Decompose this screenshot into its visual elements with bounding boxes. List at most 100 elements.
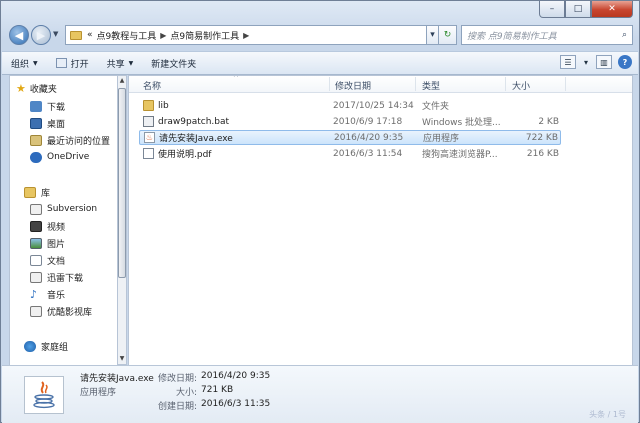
breadcrumb: « 点9教程与工具 ▶ 点9简易制作工具 ▶ (87, 29, 249, 42)
nav-label: 迅雷下载 (47, 273, 84, 284)
refresh-button[interactable]: ↻ (439, 25, 457, 45)
column-header-size[interactable]: 大小 (512, 79, 530, 92)
navigation-scrollbar[interactable]: ▲ ▼ (117, 75, 127, 365)
maximize-button[interactable]: □ (565, 1, 591, 18)
nav-item-pictures[interactable]: 图片 (30, 235, 65, 251)
preview-pane-icon: ▥ (600, 57, 608, 67)
file-size: 216 KB (526, 148, 559, 159)
file-name: draw9patch.bat (158, 116, 230, 127)
nav-homegroup[interactable]: 家庭组 (24, 338, 68, 354)
music-note-icon: ♪ (30, 287, 38, 301)
file-type: 文件夹 (422, 102, 450, 112)
search-input[interactable]: 搜索 点9简易制作工具 ⌕ (461, 25, 633, 45)
forward-button[interactable]: ▶ (31, 25, 51, 45)
nav-item-onedrive[interactable]: OneDrive (30, 149, 89, 165)
nav-label: Subversion (47, 204, 98, 214)
share-button[interactable]: 共享 ▼ (98, 57, 143, 70)
file-row-lib[interactable]: lib 2017/10/25 14:34 文件夹 (139, 98, 561, 113)
nav-item-xunlei[interactable]: 迅雷下载 (30, 269, 83, 285)
nav-label: 下载 (47, 102, 66, 113)
nav-item-desktop[interactable]: 桌面 (30, 115, 65, 131)
file-name: 请先安装Java.exe (159, 134, 233, 144)
back-button[interactable]: ◀ (9, 25, 29, 45)
nav-item-music[interactable]: ♪ 音乐 (30, 286, 65, 302)
share-label: 共享 (106, 59, 125, 70)
file-date: 2010/6/9 17:18 (333, 116, 403, 127)
address-dropdown-button[interactable]: ▾ (427, 25, 439, 45)
recent-places-icon (30, 134, 42, 146)
minimize-button[interactable]: – (539, 1, 565, 18)
nav-libraries[interactable]: 库 (24, 184, 50, 200)
scroll-down-icon[interactable]: ▼ (118, 354, 126, 364)
organize-button[interactable]: 组织 ▼ (2, 57, 47, 70)
watermark: 头条 / 1号 (589, 410, 626, 419)
file-size: 722 KB (525, 132, 558, 143)
search-placeholder: 搜索 点9简易制作工具 (467, 31, 557, 42)
column-header-name[interactable]: 名称 (143, 79, 161, 92)
help-icon: ? (622, 57, 628, 67)
file-row-java-installer[interactable]: ♨ 请先安装Java.exe 2016/4/20 9:35 应用程序 722 K… (139, 130, 561, 145)
column-header-type[interactable]: 类型 (422, 79, 440, 92)
file-row-draw9patch[interactable]: draw9patch.bat 2010/6/9 17:18 Windows 批处… (139, 114, 561, 129)
chevron-down-icon: ▼ (53, 30, 59, 38)
refresh-icon: ↻ (443, 30, 452, 40)
details-file-type: 应用程序 (80, 388, 117, 398)
batch-file-icon (143, 116, 154, 127)
chevron-right-icon[interactable]: ▶ (243, 31, 249, 40)
file-date: 2017/10/25 14:34 (333, 100, 414, 111)
nav-label: 收藏夹 (29, 84, 57, 95)
application-icon (55, 58, 67, 68)
help-button[interactable]: ? (618, 55, 632, 69)
subversion-icon (30, 203, 42, 215)
close-button[interactable]: ✕ (591, 1, 633, 18)
nav-item-youku[interactable]: 优酷影视库 (30, 303, 92, 319)
recent-pages-dropdown[interactable]: ▼ (53, 30, 58, 38)
file-name: lib (158, 100, 169, 111)
breadcrumb-item[interactable]: 点9简易制作工具 (170, 29, 239, 42)
nav-favorites[interactable]: ★ 收藏夹 (16, 80, 57, 96)
star-icon: ★ (16, 81, 26, 95)
file-row-readme-pdf[interactable]: 使用说明.pdf 2016/6/3 11:54 搜狗高速浏览器P... 216 … (139, 146, 561, 161)
details-created-label: 创建日期: (157, 402, 197, 412)
preview-pane-button[interactable]: ▥ (596, 55, 612, 69)
chevron-right-icon[interactable]: ▶ (160, 31, 166, 40)
breadcrumb-overflow[interactable]: « (87, 30, 93, 40)
column-divider[interactable] (329, 77, 330, 91)
nav-item-subversion[interactable]: Subversion (30, 201, 97, 217)
onedrive-icon (30, 151, 42, 163)
view-controls: ☰ ▾ ▥ ? (560, 55, 632, 69)
new-folder-button[interactable]: 新建文件夹 (142, 57, 205, 70)
column-divider[interactable] (505, 77, 506, 91)
arrow-right-icon: ▶ (36, 28, 46, 42)
file-date: 2016/6/3 11:54 (333, 148, 403, 159)
nav-label: 优酷影视库 (47, 307, 93, 318)
explorer-window: – □ ✕ ◀ ▶ ▼ « 点9教程与工具 ▶ 点9简易制作工具 ▶ ▾ ↻ 搜… (0, 0, 640, 423)
file-type: 应用程序 (423, 134, 460, 144)
scrollbar-thumb[interactable] (118, 88, 126, 278)
nav-label: 音乐 (47, 290, 66, 301)
column-header-date[interactable]: 修改日期 (335, 79, 371, 92)
nav-item-recent[interactable]: 最近访问的位置 (30, 132, 110, 148)
nav-item-documents[interactable]: 文档 (30, 252, 65, 268)
open-label: 打开 (70, 59, 89, 70)
chevron-down-icon: ▼ (33, 59, 38, 67)
address-bar[interactable]: « 点9教程与工具 ▶ 点9简易制作工具 ▶ (65, 25, 427, 45)
column-divider[interactable] (415, 77, 416, 91)
open-button[interactable]: 打开 (47, 57, 98, 70)
nav-item-downloads[interactable]: 下载 (30, 98, 65, 114)
java-icon: ♨ (144, 132, 155, 143)
view-options-button[interactable]: ☰ (560, 55, 576, 69)
nav-label: 库 (41, 188, 51, 199)
breadcrumb-item[interactable]: 点9教程与工具 (97, 29, 157, 42)
nav-label: 视频 (47, 222, 66, 233)
nav-item-videos[interactable]: 视频 (30, 218, 65, 234)
scroll-up-icon[interactable]: ▲ (118, 76, 126, 86)
column-divider[interactable] (565, 77, 566, 91)
view-dropdown-button[interactable]: ▾ (582, 55, 590, 69)
desktop-icon (30, 117, 42, 129)
library-icon (24, 186, 36, 198)
nav-label: OneDrive (47, 152, 90, 162)
download-folder-icon (30, 100, 42, 112)
nav-label: 文档 (47, 256, 66, 267)
new-folder-label: 新建文件夹 (151, 59, 197, 70)
